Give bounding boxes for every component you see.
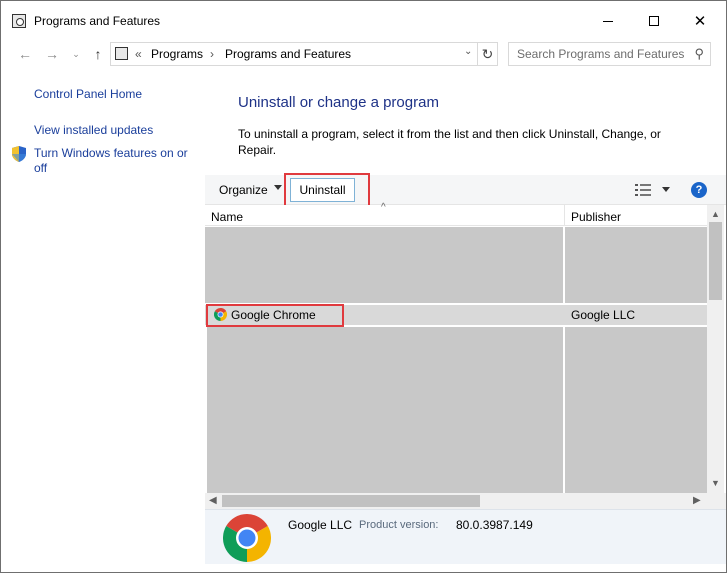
redacted-rows-name bbox=[205, 227, 563, 303]
forward-button[interactable]: → bbox=[43, 45, 61, 63]
redacted-rows-name bbox=[207, 327, 563, 493]
sidebar: Control Panel Home View installed update… bbox=[1, 69, 205, 564]
page-description: To uninstall a program, select it from t… bbox=[238, 127, 661, 157]
selected-row-highlight-box bbox=[206, 304, 344, 327]
view-details-icon[interactable] bbox=[635, 184, 651, 196]
program-publisher: Google LLC bbox=[571, 308, 636, 322]
redacted-rows-publisher bbox=[565, 227, 707, 303]
column-header-row: Name ^ Publisher bbox=[205, 202, 707, 226]
scroll-up-icon[interactable]: ▲ bbox=[711, 209, 720, 219]
sidebar-item-control-panel-home[interactable]: Control Panel Home bbox=[34, 87, 142, 102]
title-bar: Programs and Features ✕ bbox=[1, 1, 726, 39]
scrollbar-corner bbox=[707, 493, 726, 509]
scroll-right-icon[interactable]: ▶ bbox=[693, 495, 701, 506]
sidebar-item-view-installed-updates[interactable]: View installed updates bbox=[34, 123, 153, 138]
recent-locations-button[interactable]: ⌄ bbox=[67, 45, 85, 63]
control-panel-icon bbox=[12, 14, 26, 28]
close-button[interactable]: ✕ bbox=[677, 7, 723, 35]
organize-button[interactable]: Organize bbox=[219, 183, 268, 197]
search-icon[interactable]: ⚲ bbox=[694, 46, 704, 62]
caret-down-icon[interactable] bbox=[274, 185, 282, 190]
chrome-icon bbox=[223, 514, 271, 562]
maximize-button[interactable] bbox=[631, 7, 677, 35]
minimize-icon bbox=[603, 20, 613, 22]
redacted-rows-publisher bbox=[565, 327, 707, 493]
back-button[interactable]: ← bbox=[16, 45, 34, 63]
sort-ascending-icon: ^ bbox=[381, 202, 386, 213]
help-icon[interactable]: ? bbox=[691, 182, 707, 198]
sidebar-item-windows-features[interactable]: Turn Windows features on or off bbox=[34, 146, 194, 176]
toolbar: Organize Uninstall ? bbox=[205, 173, 726, 208]
refresh-button[interactable]: ↻ bbox=[478, 42, 498, 66]
close-icon: ✕ bbox=[693, 13, 707, 30]
refresh-icon: ↻ bbox=[481, 45, 494, 62]
search-input[interactable]: Search Programs and Features ⚲ bbox=[508, 42, 711, 66]
details-version-value: 80.0.3987.149 bbox=[456, 518, 533, 532]
details-publisher: Google LLC bbox=[288, 518, 353, 532]
window-title: Programs and Features bbox=[34, 14, 161, 28]
page-title: Uninstall or change a program bbox=[238, 94, 439, 111]
minimize-button[interactable] bbox=[585, 7, 631, 35]
programs-and-features-window: Programs and Features ✕ ← → ⌄ ↑ « Progra… bbox=[0, 0, 727, 573]
programs-list: Name ^ Publisher Google Chrome Google LL… bbox=[205, 202, 726, 509]
scroll-left-icon[interactable]: ◀ bbox=[209, 495, 217, 506]
column-header-publisher[interactable]: Publisher bbox=[571, 210, 621, 224]
column-divider[interactable] bbox=[564, 205, 565, 226]
column-header-name[interactable]: Name bbox=[211, 210, 243, 224]
horizontal-scrollbar[interactable]: ◀ ▶ bbox=[205, 493, 707, 509]
caret-down-icon[interactable] bbox=[662, 187, 670, 192]
maximize-icon bbox=[649, 16, 659, 26]
main-content: Uninstall or change a program To uninsta… bbox=[205, 69, 726, 564]
details-pane: Google LLC Product version: 80.0.3987.14… bbox=[205, 509, 726, 564]
breadcrumb-programs[interactable]: Programs bbox=[151, 47, 203, 61]
details-version-label: Product version: bbox=[359, 519, 439, 531]
breadcrumb-separator: › bbox=[210, 47, 214, 61]
breadcrumb-programs-and-features[interactable]: Programs and Features bbox=[225, 47, 351, 61]
horizontal-scroll-thumb[interactable] bbox=[222, 495, 480, 507]
chevron-down-icon[interactable]: ⌄ bbox=[464, 46, 472, 57]
address-bar[interactable]: « Programs › Programs and Features ⌄ bbox=[110, 42, 478, 66]
arrow-right-icon: → bbox=[45, 46, 59, 62]
navigation-bar: ← → ⌄ ↑ « Programs › Programs and Featur… bbox=[1, 39, 726, 69]
search-placeholder: Search Programs and Features bbox=[517, 47, 685, 61]
up-button[interactable]: ↑ bbox=[89, 45, 107, 63]
shield-icon bbox=[12, 146, 26, 162]
control-panel-icon bbox=[115, 47, 128, 60]
vertical-scrollbar[interactable]: ▲ ▼ bbox=[707, 205, 724, 493]
address-overflow[interactable]: « bbox=[135, 47, 142, 61]
arrow-up-icon: ↑ bbox=[94, 46, 102, 62]
arrow-left-icon: ← bbox=[18, 46, 32, 62]
scroll-down-icon[interactable]: ▼ bbox=[711, 478, 720, 488]
vertical-scroll-thumb[interactable] bbox=[709, 222, 722, 300]
chevron-down-icon: ⌄ bbox=[72, 48, 80, 59]
uninstall-highlight-box bbox=[284, 173, 370, 208]
